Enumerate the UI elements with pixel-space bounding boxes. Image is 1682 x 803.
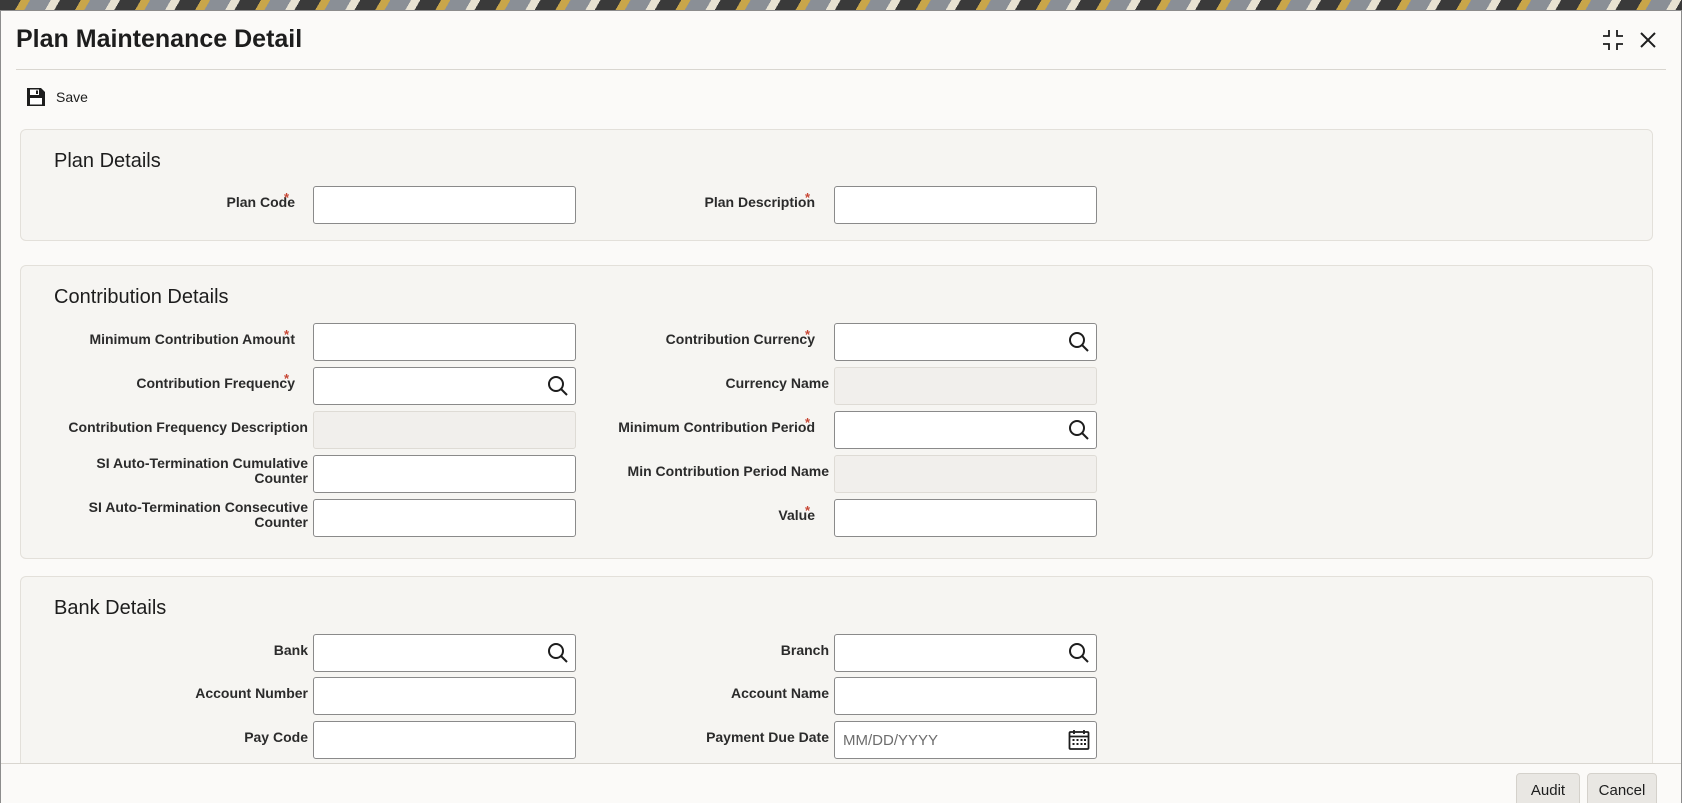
form-scroll-area[interactable]: Plan Details Plan Code * Plan Descriptio… <box>1 121 1681 763</box>
required-marker: * <box>284 190 290 205</box>
si-cumulative-counter-label: SI Auto-Termination Cumulative Counter <box>96 456 308 486</box>
contribution-frequency-input[interactable] <box>313 367 576 405</box>
search-icon[interactable] <box>546 374 570 398</box>
contribution-details-heading: Contribution Details <box>54 286 229 308</box>
currency-name-label: Currency Name <box>725 375 830 391</box>
save-button[interactable]: Save <box>26 83 88 111</box>
required-marker: * <box>284 327 290 342</box>
pay-code-input[interactable] <box>313 721 576 759</box>
contribution-frequency-description-label: Contribution Frequency Description <box>68 419 308 435</box>
min-contribution-amount-label: Minimum Contribution Amount <box>89 331 295 347</box>
title-divider <box>16 69 1666 70</box>
bank-input[interactable] <box>313 634 576 672</box>
min-contribution-period-name-label: Min Contribution Period Name <box>627 463 829 479</box>
label-line: Counter <box>254 514 308 530</box>
currency-name-field <box>834 367 1097 405</box>
required-marker: * <box>805 415 811 430</box>
save-icon <box>27 88 45 106</box>
save-label: Save <box>56 89 88 105</box>
plan-details-section: Plan Details Plan Code * Plan Descriptio… <box>20 129 1653 241</box>
bank-details-heading: Bank Details <box>54 597 167 619</box>
payment-due-date-input[interactable] <box>834 721 1097 759</box>
search-icon[interactable] <box>1067 641 1091 665</box>
account-number-label: Account Number <box>195 685 308 701</box>
plan-maintenance-window: Plan Maintenance Detail Save Plan Detail… <box>0 10 1682 803</box>
min-contribution-period-name-field <box>834 455 1097 493</box>
dialog-footer: Audit Cancel <box>1 763 1681 803</box>
required-marker: * <box>805 503 811 518</box>
bank-details-section: Bank Details Bank Account Number Pay Cod… <box>20 576 1653 763</box>
label-line: SI Auto-Termination Cumulative <box>96 455 308 471</box>
min-contribution-period-input[interactable] <box>834 411 1097 449</box>
payment-due-date-label: Payment Due Date <box>706 729 829 745</box>
pay-code-label: Pay Code <box>244 729 308 745</box>
close-icon[interactable] <box>1635 27 1661 53</box>
cancel-button[interactable]: Cancel <box>1587 773 1657 803</box>
window-title: Plan Maintenance Detail <box>16 25 303 53</box>
plan-details-heading: Plan Details <box>54 150 161 172</box>
decorative-header-strip <box>0 0 1682 10</box>
required-marker: * <box>805 190 811 205</box>
si-consecutive-counter-input[interactable] <box>313 499 576 537</box>
required-marker: * <box>284 371 290 386</box>
contribution-frequency-label: Contribution Frequency <box>136 375 295 391</box>
calendar-icon[interactable] <box>1067 728 1091 752</box>
plan-description-label: Plan Description <box>704 194 815 210</box>
search-icon[interactable] <box>546 641 570 665</box>
si-cumulative-counter-input[interactable] <box>313 455 576 493</box>
contribution-frequency-description-field <box>313 411 576 449</box>
required-marker: * <box>805 327 811 342</box>
account-name-label: Account Name <box>730 685 829 701</box>
value-input[interactable] <box>834 499 1097 537</box>
search-icon[interactable] <box>1067 418 1091 442</box>
account-name-input[interactable] <box>834 677 1097 715</box>
branch-input[interactable] <box>834 634 1097 672</box>
label-line: SI Auto-Termination Consecutive <box>88 499 308 515</box>
min-contribution-period-label: Minimum Contribution Period <box>618 419 815 435</box>
min-contribution-amount-input[interactable] <box>313 323 576 361</box>
contribution-currency-input[interactable] <box>834 323 1097 361</box>
contribution-details-section: Contribution Details Minimum Contributio… <box>20 265 1653 559</box>
maximize-icon[interactable] <box>1600 27 1626 53</box>
si-consecutive-counter-label: SI Auto-Termination Consecutive Counter <box>89 500 308 530</box>
plan-description-input[interactable] <box>834 186 1097 224</box>
audit-button[interactable]: Audit <box>1516 773 1580 803</box>
contribution-currency-label: Contribution Currency <box>665 331 815 347</box>
account-number-input[interactable] <box>313 677 576 715</box>
plan-code-input[interactable] <box>313 186 576 224</box>
branch-label: Branch <box>780 642 829 658</box>
search-icon[interactable] <box>1067 330 1091 354</box>
bank-label: Bank <box>273 642 308 658</box>
label-line: Counter <box>254 470 308 486</box>
